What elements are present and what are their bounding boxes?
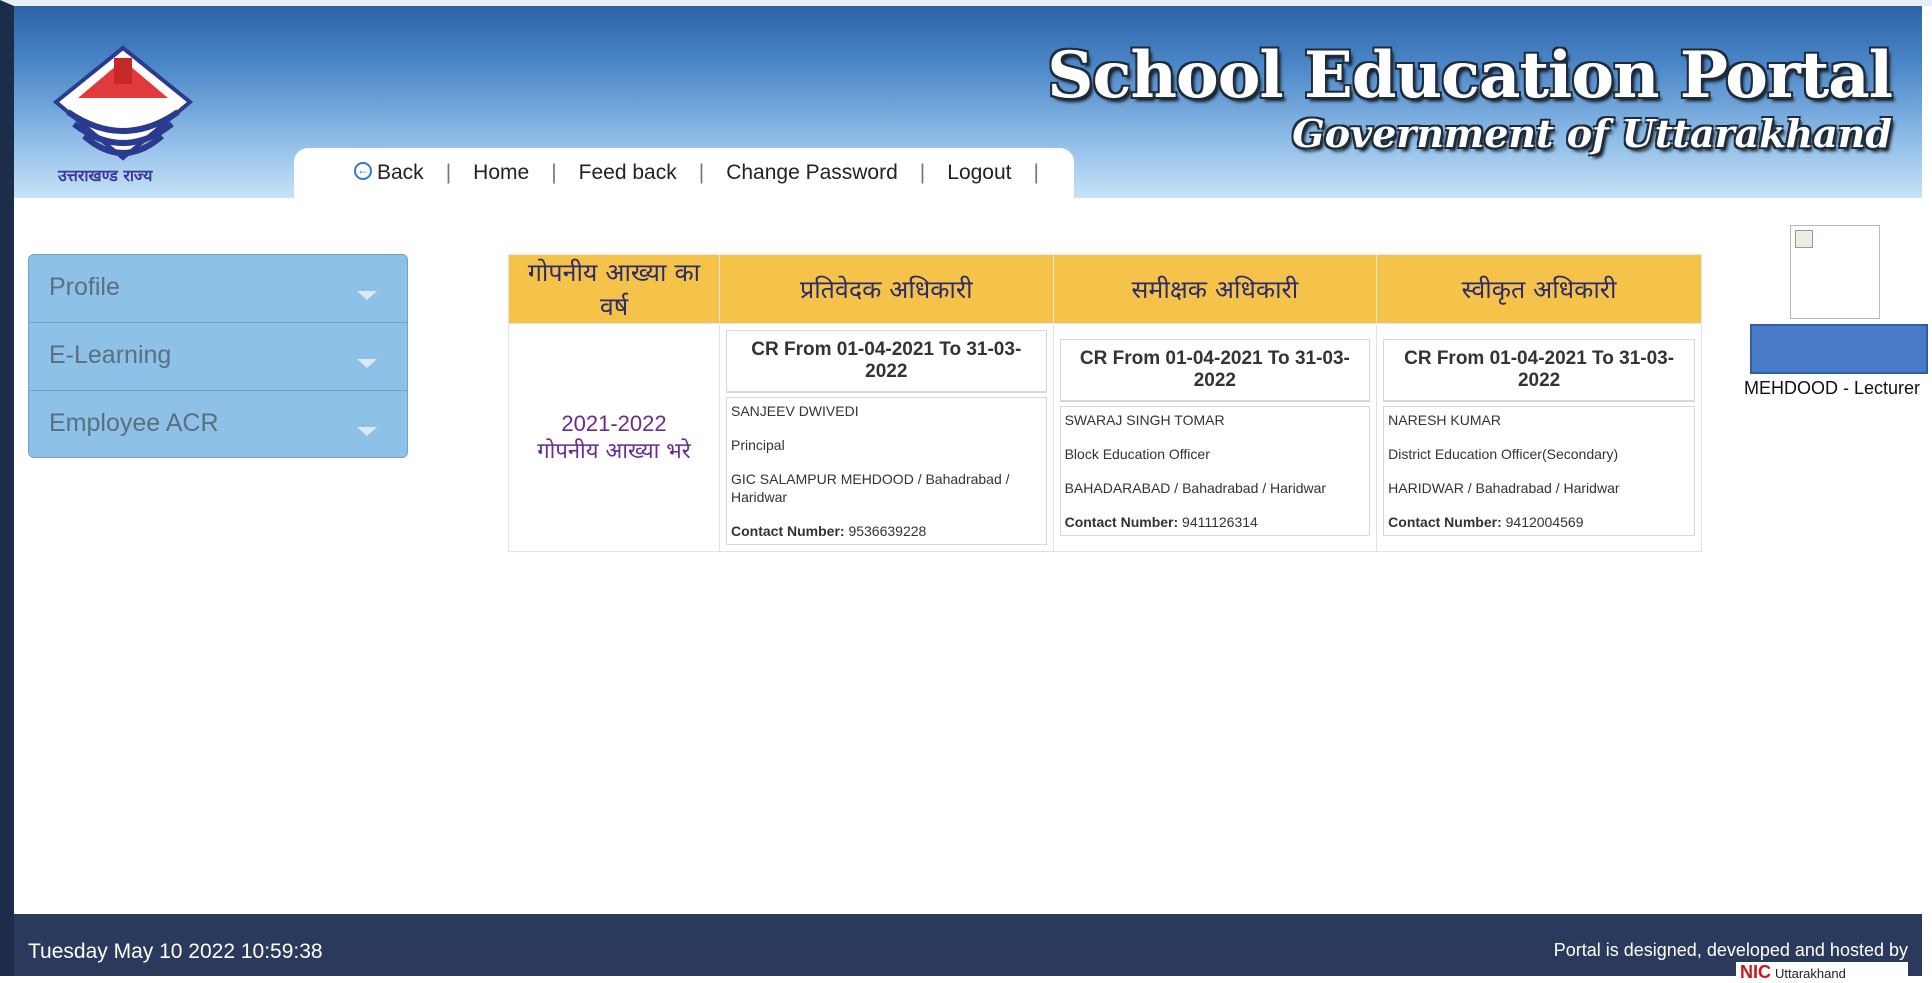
contact-label: Contact Number: <box>1388 514 1502 530</box>
officer-office: BAHADARABAD / Bahadrabad / Haridwar <box>1064 480 1327 496</box>
officer-name: SANJEEV DWIVEDI <box>731 403 859 419</box>
officer-designation: Block Education Officer <box>1064 446 1210 462</box>
chevron-down-icon <box>357 427 377 436</box>
header-banner: उत्तराखण्ड राज्य ← Back | Home | Feed bac… <box>14 6 1922 198</box>
portal-title: School Education Portal Government of Ut… <box>1047 38 1893 156</box>
officer-details: SWARAJ SINGH TOMAR Block Education Offic… <box>1059 406 1371 536</box>
contact-label: Contact Number: <box>731 523 845 539</box>
sidebar-item-employee-acr[interactable]: Employee ACR <box>29 391 407 458</box>
officer-office: HARIDWAR / Bahadrabad / Haridwar <box>1388 480 1620 496</box>
table-row: 2021-2022 गोपनीय आख्या भरे CR From 01-04… <box>508 323 1702 552</box>
logo-caption: उत्तराखण्ड राज्य <box>58 166 153 185</box>
broken-image-icon <box>1795 230 1813 248</box>
sidebar-menu: Profile E-Learning Employee ACR <box>28 254 408 458</box>
fill-acr-link[interactable]: गोपनीय आख्या भरे <box>515 438 713 466</box>
officer-office: GIC SALAMPUR MEHDOOD / Bahadrabad / Hari… <box>731 471 1010 505</box>
contact-number: 9536639228 <box>848 523 927 539</box>
officer-card: CR From 01-04-2021 To 31-03-2022 <box>1383 339 1695 402</box>
portal-title-main: School Education Portal <box>1047 38 1893 113</box>
back-arrow-icon: ← <box>354 162 372 181</box>
officer-designation: Principal <box>731 437 785 453</box>
nic-mark: NIC <box>1740 962 1771 982</box>
nav-logout[interactable]: Logout <box>925 161 1033 185</box>
chevron-down-icon <box>357 291 377 300</box>
nav-change-password[interactable]: Change Password <box>704 161 920 185</box>
nav-back-label: Back <box>377 161 424 184</box>
contact-label: Contact Number: <box>1064 514 1179 530</box>
nav-home[interactable]: Home <box>451 161 551 185</box>
sidebar-item-profile[interactable]: Profile <box>29 255 407 323</box>
officer-designation: District Education Officer(Secondary) <box>1388 446 1619 462</box>
year-cell: 2021-2022 गोपनीय आख्या भरे <box>508 323 720 552</box>
cr-period: CR From 01-04-2021 To 31-03-2022 <box>727 331 1046 392</box>
column-header-reporting-officer: प्रतिवेदक अधिकारी <box>719 254 1054 324</box>
nic-logo: NIC Uttarakhand <box>1736 962 1908 982</box>
acr-year: 2021-2022 <box>561 410 667 436</box>
officer-name: NARESH KUMAR <box>1388 412 1501 428</box>
officer-name: SWARAJ SINGH TOMAR <box>1064 412 1225 428</box>
profile-photo <box>1790 225 1880 319</box>
reviewing-officer-cell: CR From 01-04-2021 To 31-03-2022 SWARAJ … <box>1052 323 1378 552</box>
officer-card: CR From 01-04-2021 To 31-03-2022 <box>1059 339 1371 402</box>
sidebar-item-label: Employee ACR <box>49 409 219 437</box>
column-header-reviewing-officer: समीक्षक अधिकारी <box>1052 254 1378 324</box>
profile-name-bar <box>1750 324 1928 374</box>
sidebar-item-label: E-Learning <box>49 341 172 369</box>
accepting-officer-cell: CR From 01-04-2021 To 31-03-2022 NARESH … <box>1376 323 1702 552</box>
sidebar-item-e-learning[interactable]: E-Learning <box>29 323 407 391</box>
contact-number: 9411126314 <box>1182 514 1258 530</box>
footer: Tuesday May 10 2022 10:59:38 Portal is d… <box>14 914 1922 982</box>
cr-period: CR From 01-04-2021 To 31-03-2022 <box>1384 340 1694 401</box>
profile-role: MEHDOOD - Lecturer <box>1744 378 1921 398</box>
top-nav: ← Back | Home | Feed back | Change Passwo… <box>294 148 1074 198</box>
nic-state: Uttarakhand <box>1775 966 1846 981</box>
officer-contact: Contact Number: 9411126314 <box>1065 513 1366 531</box>
officer-details: NARESH KUMAR District Education Officer(… <box>1383 406 1695 536</box>
reporting-officer-cell: CR From 01-04-2021 To 31-03-2022 SANJEEV… <box>719 323 1054 552</box>
chevron-down-icon <box>357 359 377 368</box>
nav-feedback[interactable]: Feed back <box>557 161 699 185</box>
acr-table: गोपनीय आख्या का वर्ष प्रतिवेदक अधिकारी स… <box>508 254 1702 552</box>
footer-hosted-by: Portal is designed, developed and hosted… <box>1553 940 1908 960</box>
table-header-row: गोपनीय आख्या का वर्ष प्रतिवेदक अधिकारी स… <box>508 254 1702 324</box>
officer-card: CR From 01-04-2021 To 31-03-2022 <box>726 330 1047 393</box>
portal-title-sub: Government of Uttarakhand <box>1292 111 1892 156</box>
nav-separator: | <box>1033 161 1039 184</box>
contact-number: 9412004569 <box>1505 514 1584 530</box>
footer-datetime: Tuesday May 10 2022 10:59:38 <box>28 940 323 963</box>
officer-details: SANJEEV DWIVEDI Principal GIC SALAMPUR M… <box>726 397 1047 545</box>
cr-period: CR From 01-04-2021 To 31-03-2022 <box>1060 340 1370 401</box>
sidebar-item-label: Profile <box>49 273 120 301</box>
column-header-year: गोपनीय आख्या का वर्ष <box>508 254 720 324</box>
officer-contact: Contact Number: 9412004569 <box>1388 513 1690 531</box>
officer-contact: Contact Number: 9536639228 <box>731 522 1042 540</box>
column-header-accepting-officer: स्वीकृत अधिकारी <box>1376 254 1702 324</box>
nav-back[interactable]: ← Back <box>332 161 446 185</box>
